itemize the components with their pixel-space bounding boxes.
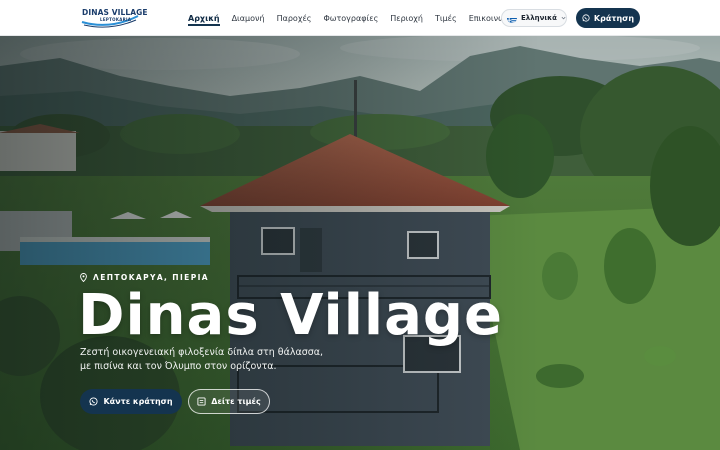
hero-booking-button[interactable]: Κάντε κράτηση	[80, 389, 182, 414]
logo-title: DINAS VILLAGE	[82, 8, 148, 17]
site-header: DINAS VILLAGE LEPTOKARIA Αρχική Διαμονή …	[0, 0, 720, 36]
hero-booking-label: Κάντε κράτηση	[103, 397, 173, 406]
nav-item-accommodation[interactable]: Διαμονή	[232, 0, 265, 36]
hero-location: ΛΕΠΤΟΚΑΡΥΑ, ΠΙΕΡΙΑ	[80, 273, 209, 282]
hero-prices-button[interactable]: Δείτε τιμές	[188, 389, 270, 414]
chevron-down-icon	[561, 16, 566, 20]
hero-title: Dinas Village	[78, 283, 503, 348]
hero-location-text: ΛΕΠΤΟΚΑΡΥΑ, ΠΙΕΡΙΑ	[93, 273, 209, 282]
map-pin-icon	[80, 273, 87, 282]
hero-subtitle: Ζεστή οικογενειακή φιλοξενία δίπλα στη θ…	[80, 346, 340, 374]
nav-item-area[interactable]: Περιοχή	[390, 0, 423, 36]
whatsapp-icon	[89, 397, 98, 406]
hero-section	[0, 36, 720, 450]
hero-prices-label: Δείτε τιμές	[211, 397, 261, 406]
header-booking-button[interactable]: Κράτηση	[576, 8, 640, 28]
main-nav: Αρχική Διαμονή Παροχές Φωτογραφίες Περιο…	[188, 0, 529, 36]
language-label: Ελληνικά	[521, 14, 557, 22]
hero-subtitle-line2: με πισίνα και τον Όλυμπο στον ορίζοντα.	[80, 361, 277, 372]
language-selector[interactable]: Ελληνικά	[501, 9, 567, 27]
nav-item-home[interactable]: Αρχική	[188, 0, 220, 36]
hero-subtitle-line1: Ζεστή οικογενειακή φιλοξενία δίπλα στη θ…	[80, 347, 324, 358]
nav-item-amenities[interactable]: Παροχές	[277, 0, 312, 36]
whatsapp-icon	[582, 14, 590, 22]
site-logo[interactable]: DINAS VILLAGE LEPTOKARIA	[80, 6, 148, 30]
greek-flag-icon	[507, 13, 517, 23]
price-list-icon	[197, 397, 206, 406]
logo-subtitle: LEPTOKARIA	[100, 17, 132, 22]
nav-item-prices[interactable]: Τιμές	[435, 0, 457, 36]
hero-dark-overlay	[0, 36, 720, 450]
nav-item-photos[interactable]: Φωτογραφίες	[323, 0, 378, 36]
header-booking-label: Κράτηση	[593, 13, 635, 23]
